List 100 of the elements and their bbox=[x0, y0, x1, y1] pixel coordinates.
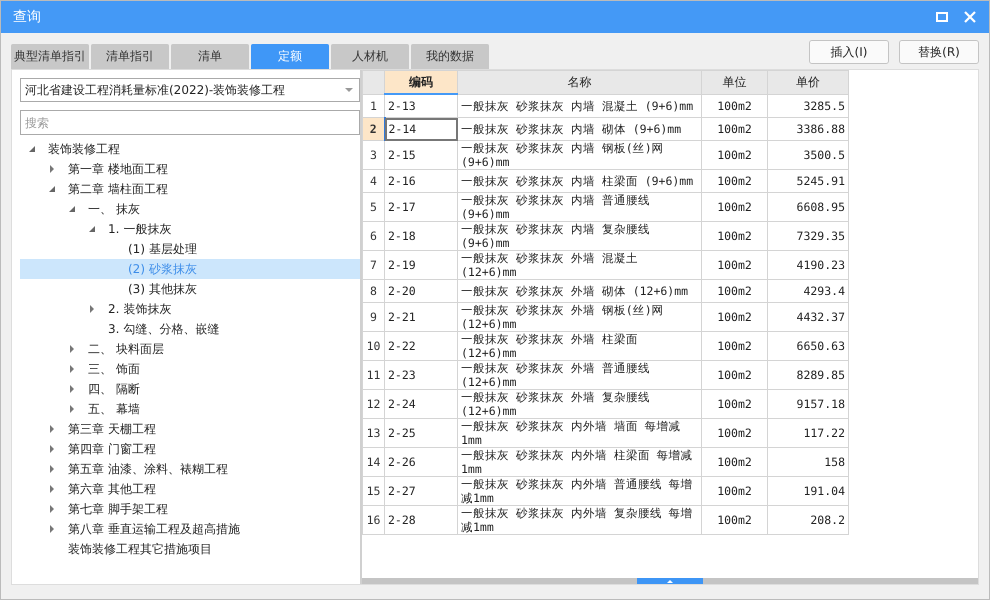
tree-item[interactable]: 3. 勾缝、分格、嵌缝 bbox=[20, 319, 360, 339]
tree-item[interactable]: 第七章 脚手架工程 bbox=[20, 499, 360, 519]
maximize-icon[interactable] bbox=[935, 10, 949, 24]
tree-item[interactable]: 第一章 楼地面工程 bbox=[20, 159, 360, 179]
row-number[interactable]: 6 bbox=[362, 222, 384, 250]
tab[interactable]: 清单 bbox=[171, 44, 249, 69]
tree-item[interactable]: 第二章 墙柱面工程 bbox=[20, 179, 360, 199]
tree-item[interactable]: 装饰装修工程其它措施项目 bbox=[20, 539, 360, 559]
tree-item[interactable]: 五、 幕墙 bbox=[20, 399, 360, 419]
expand-arrow-icon[interactable] bbox=[48, 425, 56, 433]
table-cell: 一般抹灰 砂浆抹灰 内外墙 普通腰线 每增减1mm bbox=[458, 476, 702, 506]
tree-item[interactable]: (3) 其他抹灰 bbox=[20, 279, 360, 299]
table-cell: 2-22 bbox=[384, 332, 458, 360]
tab[interactable]: 我的数据 bbox=[411, 44, 489, 69]
table-cell: 100m2 bbox=[702, 390, 768, 418]
table-cell: 7329.35 bbox=[768, 222, 848, 250]
tab[interactable]: 清单指引 bbox=[91, 44, 169, 69]
table-cell: 2-19 bbox=[384, 250, 458, 280]
close-icon[interactable] bbox=[963, 10, 977, 24]
row-number[interactable]: 14 bbox=[362, 448, 384, 476]
table-cell: 208.2 bbox=[768, 506, 848, 534]
row-number[interactable]: 7 bbox=[362, 250, 384, 280]
table-cell: 100m2 bbox=[702, 280, 768, 302]
tab[interactable]: 人材机 bbox=[331, 44, 409, 69]
expand-arrow-icon[interactable] bbox=[68, 405, 76, 413]
expand-arrow-icon[interactable] bbox=[48, 485, 56, 493]
table-cell: 3500.5 bbox=[768, 140, 848, 170]
table-cell: 一般抹灰 砂浆抹灰 内墙 砌体 (9+6)mm bbox=[458, 118, 702, 140]
row-number[interactable]: 8 bbox=[362, 280, 384, 302]
library-select[interactable]: 河北省建设工程消耗量标准(2022)-装饰装修工程 bbox=[20, 78, 360, 102]
collapse-arrow-icon[interactable] bbox=[68, 205, 76, 213]
expand-arrow-icon[interactable] bbox=[48, 525, 56, 533]
table-cell: 100m2 bbox=[702, 506, 768, 534]
row-number[interactable]: 11 bbox=[362, 360, 384, 390]
table-cell: 一般抹灰 砂浆抹灰 内墙 钢板(丝)网 (9+6)mm bbox=[458, 140, 702, 170]
table-cell: 5245.91 bbox=[768, 170, 848, 192]
table-cell: 一般抹灰 砂浆抹灰 外墙 普通腰线 (12+6)mm bbox=[458, 360, 702, 390]
table-cell: 191.04 bbox=[768, 476, 848, 506]
table-cell: 2-20 bbox=[384, 280, 458, 302]
tree-item[interactable]: 二、 块料面层 bbox=[20, 339, 360, 359]
expand-arrow-icon[interactable] bbox=[68, 385, 76, 393]
table-cell: 一般抹灰 砂浆抹灰 内墙 混凝土 (9+6)mm bbox=[458, 94, 702, 118]
row-number[interactable]: 4 bbox=[362, 170, 384, 192]
table-cell: 100m2 bbox=[702, 448, 768, 476]
table-cell: 4432.37 bbox=[768, 302, 848, 332]
table-cell: 9157.18 bbox=[768, 390, 848, 418]
column-header[interactable]: 单价 bbox=[768, 70, 848, 94]
tree-item[interactable]: 第八章 垂直运输工程及超高措施 bbox=[20, 519, 360, 539]
expand-arrow-icon[interactable] bbox=[48, 445, 56, 453]
table-cell: 100m2 bbox=[702, 332, 768, 360]
tree-item[interactable]: 一、 抹灰 bbox=[20, 199, 360, 219]
search-field[interactable]: 搜索 bbox=[20, 110, 360, 135]
row-number[interactable]: 16 bbox=[362, 506, 384, 534]
table-cell: 2-24 bbox=[384, 390, 458, 418]
table-cell: 2-27 bbox=[384, 476, 458, 506]
row-number[interactable]: 10 bbox=[362, 332, 384, 360]
row-number[interactable]: 12 bbox=[362, 390, 384, 418]
expand-arrow-icon[interactable] bbox=[68, 345, 76, 353]
tree-item[interactable]: 2. 装饰抹灰 bbox=[20, 299, 360, 319]
tab[interactable]: 典型清单指引 bbox=[11, 44, 89, 69]
tree-item[interactable]: 第四章 门窗工程 bbox=[20, 439, 360, 459]
table-cell: 3386.88 bbox=[768, 118, 848, 140]
row-number[interactable]: 5 bbox=[362, 192, 384, 222]
row-number[interactable]: 9 bbox=[362, 302, 384, 332]
row-number[interactable]: 13 bbox=[362, 418, 384, 448]
expand-arrow-icon[interactable] bbox=[68, 365, 76, 373]
tree-item[interactable]: 第三章 天棚工程 bbox=[20, 419, 360, 439]
window-title: 查询 bbox=[13, 8, 41, 26]
row-number[interactable]: 2 bbox=[362, 118, 384, 140]
table-cell: 一般抹灰 砂浆抹灰 内墙 普通腰线 (9+6)mm bbox=[458, 192, 702, 222]
action-button[interactable]: 替换(R) bbox=[899, 40, 979, 64]
table-cell: 100m2 bbox=[702, 222, 768, 250]
splitter-handle[interactable] bbox=[637, 578, 703, 584]
tree-item[interactable]: 第五章 油漆、涂料、裱糊工程 bbox=[20, 459, 360, 479]
row-number[interactable]: 3 bbox=[362, 140, 384, 170]
collapse-arrow-icon[interactable] bbox=[48, 185, 56, 193]
tree-item[interactable]: 四、 隔断 bbox=[20, 379, 360, 399]
expand-arrow-icon[interactable] bbox=[88, 305, 96, 313]
table-cell: 6608.95 bbox=[768, 192, 848, 222]
column-header[interactable]: 编码 bbox=[384, 70, 458, 94]
table-cell: 158 bbox=[768, 448, 848, 476]
tree-item[interactable]: 第六章 其他工程 bbox=[20, 479, 360, 499]
expand-arrow-icon[interactable] bbox=[48, 505, 56, 513]
tree-item[interactable]: 装饰装修工程 bbox=[20, 139, 360, 159]
table-cell: 2-17 bbox=[384, 192, 458, 222]
row-number[interactable]: 15 bbox=[362, 476, 384, 506]
expand-arrow-icon[interactable] bbox=[48, 465, 56, 473]
tree-item[interactable]: 三、 饰面 bbox=[20, 359, 360, 379]
tree-item[interactable]: (1) 基层处理 bbox=[20, 239, 360, 259]
collapse-arrow-icon[interactable] bbox=[28, 145, 36, 153]
column-header[interactable]: 单位 bbox=[702, 70, 768, 94]
collapse-arrow-icon[interactable] bbox=[88, 225, 96, 233]
expand-arrow-icon[interactable] bbox=[48, 165, 56, 173]
tree-item[interactable]: 1. 一般抹灰 bbox=[20, 219, 360, 239]
table-cell: 一般抹灰 砂浆抹灰 外墙 混凝土 (12+6)mm bbox=[458, 250, 702, 280]
table-cell: 117.22 bbox=[768, 418, 848, 448]
table-cell: 4190.23 bbox=[768, 250, 848, 280]
action-button[interactable]: 插入(I) bbox=[809, 40, 889, 64]
column-header[interactable]: 名称 bbox=[458, 70, 702, 94]
table-cell: 2-23 bbox=[384, 360, 458, 390]
